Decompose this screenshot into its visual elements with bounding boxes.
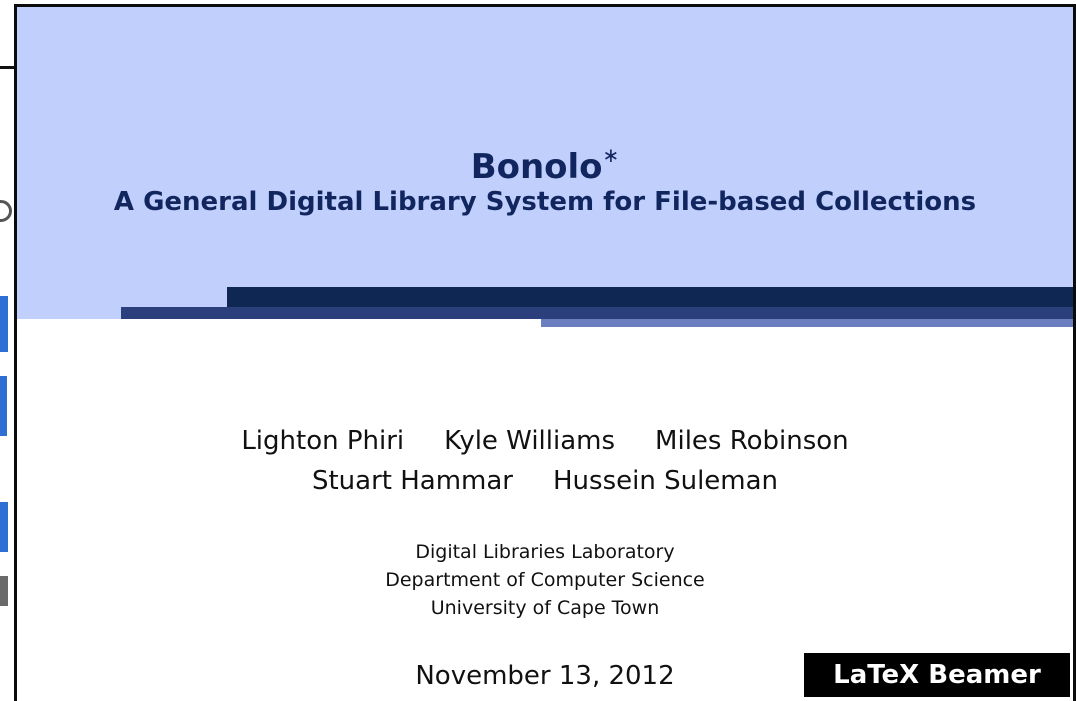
affiliation-line: Digital Libraries Laboratory: [415, 541, 675, 563]
slide-subtitle: A General Digital Library System for Fil…: [113, 187, 977, 217]
background-fragment: [0, 296, 8, 352]
background-fragment: [0, 576, 8, 606]
slide-frame: Bonolo∗ A General Digital Library System…: [14, 4, 1076, 701]
authors-line-2: Stuart Hammar Hussein Suleman: [17, 461, 1073, 501]
author-name: Stuart Hammar: [311, 466, 513, 496]
affiliation-line: University of Cape Town: [430, 597, 660, 619]
affiliation: Digital Libraries Laboratory Department …: [17, 538, 1073, 622]
title-footnote-mark: ∗: [602, 143, 620, 167]
decor-bar-light: [541, 319, 1073, 327]
title-band: Bonolo∗ A General Digital Library System…: [17, 7, 1073, 319]
decor-bar-mid: [121, 307, 1073, 319]
author-name: Lighton Phiri: [241, 426, 405, 456]
slide-title: Bonolo∗: [17, 143, 1073, 187]
slide-title-text: Bonolo: [470, 147, 603, 187]
latex-beamer-badge: LaTeX Beamer: [804, 653, 1070, 697]
background-circle-icon: [0, 200, 12, 222]
background-fragment: [0, 376, 7, 436]
author-name: Hussein Suleman: [553, 466, 779, 496]
background-fragment: [0, 502, 8, 552]
decor-bar-dark: [227, 287, 1073, 307]
author-name: Miles Robinson: [655, 426, 849, 456]
affiliation-line: Department of Computer Science: [385, 569, 705, 591]
authors: Lighton Phiri Kyle Williams Miles Robinson…: [17, 421, 1073, 501]
authors-line-1: Lighton Phiri Kyle Williams Miles Robinson: [17, 421, 1073, 461]
author-name: Kyle Williams: [444, 426, 616, 456]
